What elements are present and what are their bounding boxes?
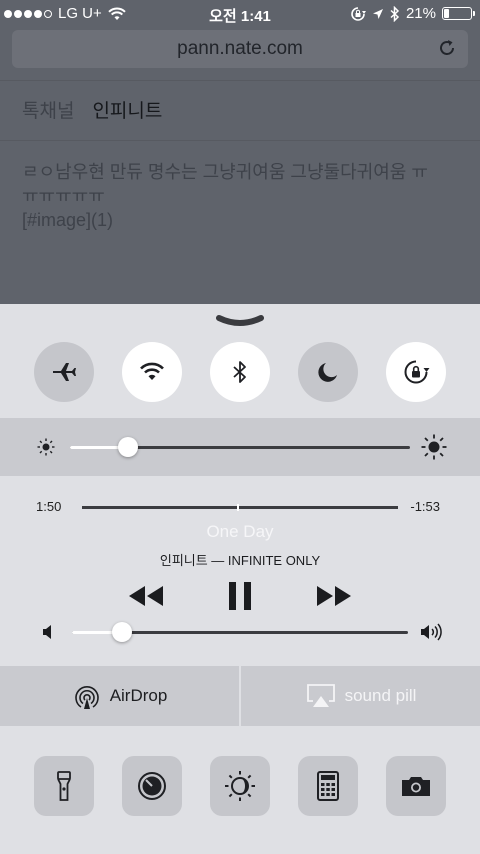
airplay-icon xyxy=(306,684,335,707)
volume-high-icon xyxy=(421,623,442,641)
calculator-icon xyxy=(317,771,339,801)
url-text: pann.nate.com xyxy=(177,38,303,59)
timer-icon xyxy=(138,772,166,800)
control-center: 1:50 -1:53 One Day 인피니트 — INFINITE ONLY xyxy=(0,304,480,854)
airplay-label: sound pill xyxy=(344,686,417,705)
artist-album: 인피니트 — INFINITE ONLY xyxy=(159,553,321,568)
wifi-icon xyxy=(140,362,164,380)
location-icon xyxy=(372,8,383,19)
battery-icon xyxy=(442,7,475,20)
fast-forward-icon xyxy=(317,586,351,606)
volume-thumb[interactable] xyxy=(112,622,133,642)
brightness-panel xyxy=(0,418,480,476)
night-shift-button[interactable] xyxy=(210,756,270,816)
airplane-mode-toggle[interactable] xyxy=(34,342,94,402)
airplane-icon xyxy=(53,363,76,381)
grabber-chevron-icon[interactable] xyxy=(216,314,264,328)
airdrop-icon xyxy=(74,686,99,709)
battery-fill xyxy=(444,9,449,18)
elapsed-time: 1:50 xyxy=(36,499,62,514)
airdrop-label: AirDrop xyxy=(109,686,168,705)
post-text-line: ㅠㅠㅠㅠㅠ xyxy=(22,186,105,206)
flashlight-button[interactable] xyxy=(34,756,94,816)
airplay-button[interactable]: sound pill xyxy=(241,666,480,726)
bluetooth-icon xyxy=(233,361,246,383)
address-bar[interactable]: pann.nate.com xyxy=(12,30,468,68)
brightness-low-icon xyxy=(37,438,55,456)
airdrop-button[interactable]: AirDrop xyxy=(0,666,239,726)
rotation-lock-toggle[interactable] xyxy=(386,342,446,402)
volume-low-icon xyxy=(43,625,51,639)
do-not-disturb-toggle[interactable] xyxy=(298,342,358,402)
brightness-high-icon xyxy=(421,434,447,460)
bluetooth-toggle[interactable] xyxy=(210,342,270,402)
share-row: AirDrop sound pill xyxy=(0,666,480,726)
status-right: 21% xyxy=(350,5,475,22)
night-shift-icon xyxy=(225,771,255,801)
status-bar: LG U+ 오전 1:41 21% xyxy=(0,0,480,28)
rewind-button[interactable] xyxy=(126,578,166,614)
battery-percent: 21% xyxy=(405,5,436,22)
playback-scrubber[interactable] xyxy=(82,504,398,511)
rewind-icon xyxy=(129,586,163,606)
nav-tab-talk-channel[interactable]: 톡채널 xyxy=(22,96,74,123)
page-nav: 톡채널 인피니트 xyxy=(22,96,162,123)
toggle-row xyxy=(0,342,480,404)
pause-icon xyxy=(229,582,251,610)
nav-tab-infinite[interactable]: 인피니트 xyxy=(92,96,162,123)
pause-button[interactable] xyxy=(222,578,258,614)
post-content: ㄹㅇ남우현 만듀 명수는 그냥귀여움 그냥둘다귀여움 ㅠ ㅠㅠㅠㅠㅠ [#ima… xyxy=(22,160,462,232)
calculator-button[interactable] xyxy=(298,756,358,816)
bluetooth-status-icon xyxy=(390,5,400,22)
fast-forward-button[interactable] xyxy=(314,578,354,614)
camera-button[interactable] xyxy=(386,756,446,816)
shortcut-row xyxy=(0,754,480,818)
divider xyxy=(0,140,480,141)
remaining-time: -1:53 xyxy=(410,499,440,514)
rotation-lock-icon xyxy=(404,360,430,384)
post-text-line: ㄹㅇ남우현 만듀 명수는 그냥귀여움 그냥둘다귀여움 ㅠ xyxy=(22,162,428,182)
post-image-link[interactable]: [#image](1) xyxy=(22,208,462,232)
timer-button[interactable] xyxy=(122,756,182,816)
camera-icon xyxy=(402,777,430,796)
wifi-toggle[interactable] xyxy=(122,342,182,402)
now-playing-panel: 1:50 -1:53 One Day 인피니트 — INFINITE ONLY xyxy=(0,476,480,666)
playhead[interactable] xyxy=(236,504,239,511)
rotation-lock-status-icon xyxy=(351,6,366,21)
brightness-thumb[interactable] xyxy=(117,437,138,457)
flashlight-icon xyxy=(57,771,71,801)
song-title: One Day xyxy=(206,522,274,541)
moon-icon xyxy=(318,363,337,382)
divider xyxy=(0,80,480,81)
reload-icon[interactable] xyxy=(436,37,458,59)
